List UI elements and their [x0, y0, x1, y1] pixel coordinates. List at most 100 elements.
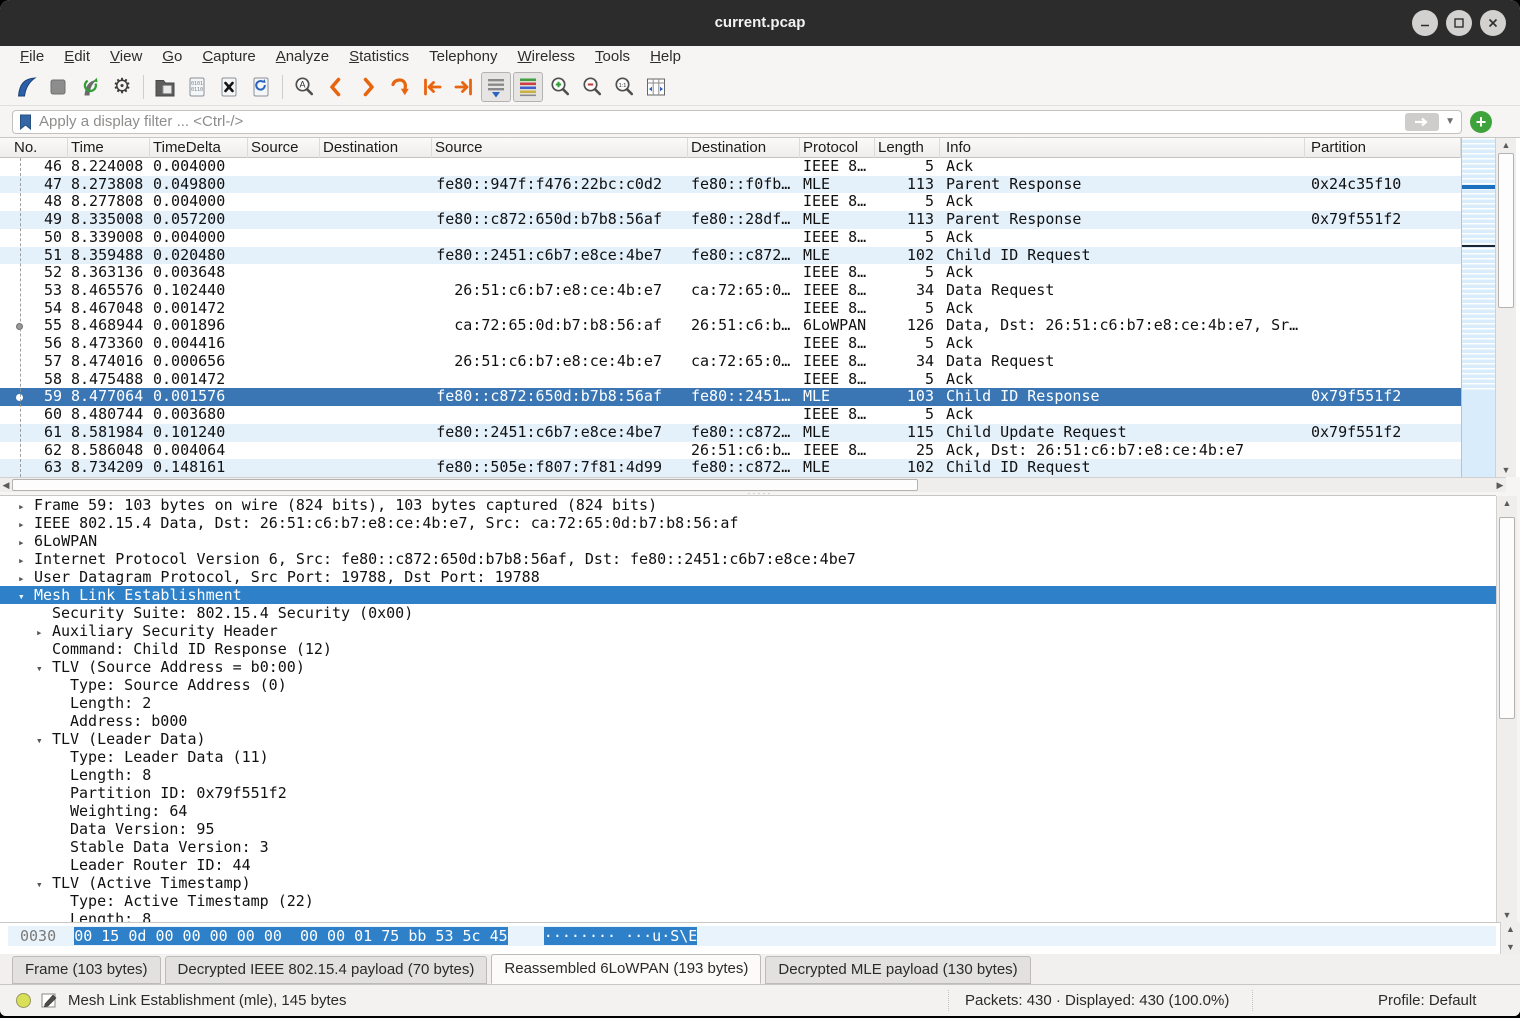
menu-view[interactable]: View — [100, 46, 152, 68]
hex-row[interactable]: 0030 00 15 0d 00 00 00 00 00 00 00 01 75… — [8, 926, 1496, 946]
detail-line[interactable]: Security Suite: 802.15.4 Security (0x00) — [0, 604, 1496, 622]
detail-line[interactable]: Leader Router ID: 44 — [0, 856, 1496, 874]
packet-row-51[interactable]: 518.3594880.020480fe80::2451:c6b7:e8ce:4… — [0, 247, 1461, 265]
packet-row-57[interactable]: 578.4740160.00065626:51:c6:b7:e8:ce:4b:e… — [0, 353, 1461, 371]
scrollbar-thumb[interactable] — [12, 479, 918, 491]
expanded-arrow-icon[interactable]: ▾ — [36, 660, 52, 678]
detail-line[interactable]: Length: 8 — [0, 766, 1496, 784]
detail-line[interactable]: Type: Active Timestamp (22) — [0, 892, 1496, 910]
packet-row-49[interactable]: 498.3350080.057200fe80::c872:650d:b7b8:5… — [0, 211, 1461, 229]
column-header-protocol-7[interactable]: Protocol — [800, 138, 875, 158]
packet-row-55[interactable]: 558.4689440.001896ca:72:65:0d:b7:b8:56:a… — [0, 317, 1461, 335]
zoom-original-icon[interactable]: 1:1 — [609, 72, 639, 102]
menu-go[interactable]: Go — [152, 46, 192, 68]
close-file-icon[interactable] — [214, 72, 244, 102]
menu-telephony[interactable]: Telephony — [419, 46, 507, 68]
filter-dropdown-caret-icon[interactable]: ▼ — [1445, 116, 1455, 127]
bytes-tab-reassembled[interactable]: Reassembled 6LoWPAN (193 bytes) — [491, 954, 761, 984]
go-first-icon[interactable] — [417, 72, 447, 102]
start-capture-icon[interactable] — [11, 72, 41, 102]
detail-line[interactable]: ▸IEEE 802.15.4 Data, Dst: 26:51:c6:b7:e8… — [0, 514, 1496, 532]
open-file-icon[interactable] — [150, 72, 180, 102]
restart-capture-icon[interactable] — [75, 72, 105, 102]
bookmark-icon[interactable] — [19, 114, 32, 130]
scrollbar-thumb[interactable] — [1498, 153, 1514, 308]
scroll-right-icon[interactable]: ▶ — [1494, 478, 1506, 492]
detail-line[interactable]: Command: Child ID Response (12) — [0, 640, 1496, 658]
detail-line[interactable]: ▸Frame 59: 103 bytes on wire (824 bits),… — [0, 496, 1496, 514]
packet-row-59[interactable]: 598.4770640.001576fe80::c872:650d:b7b8:5… — [0, 388, 1461, 406]
packet-list-vscrollbar[interactable]: ▲ ▼ — [1495, 138, 1516, 477]
stop-capture-icon[interactable] — [43, 72, 73, 102]
menu-file[interactable]: File — [10, 46, 54, 68]
packet-row-50[interactable]: 508.3390080.004000IEEE 8…5Ack — [0, 229, 1461, 247]
apply-arrow-icon[interactable] — [1405, 113, 1439, 131]
scroll-down-icon[interactable]: ▼ — [1501, 940, 1520, 954]
scroll-down-icon[interactable]: ▼ — [1497, 908, 1517, 922]
go-last-icon[interactable] — [449, 72, 479, 102]
column-header-info-9[interactable]: Info — [940, 138, 1305, 158]
packet-row-54[interactable]: 548.4670480.001472IEEE 8…5Ack — [0, 300, 1461, 318]
packet-row-62[interactable]: 628.5860480.00406426:51:c6:b…IEEE 8…25Ac… — [0, 442, 1461, 460]
packet-row-60[interactable]: 608.4807440.003680IEEE 8…5Ack — [0, 406, 1461, 424]
save-file-icon[interactable]: 01010110 — [182, 72, 212, 102]
detail-line[interactable]: Length: 2 — [0, 694, 1496, 712]
packet-row-53[interactable]: 538.4655760.10244026:51:c6:b7:e8:ce:4b:e… — [0, 282, 1461, 300]
scroll-left-icon[interactable]: ◀ — [0, 478, 12, 492]
scroll-up-icon[interactable]: ▲ — [1501, 922, 1520, 936]
packet-row-56[interactable]: 568.4733600.004416IEEE 8…5Ack — [0, 335, 1461, 353]
find-packet-icon[interactable]: A — [289, 72, 319, 102]
zoom-out-icon[interactable] — [577, 72, 607, 102]
detail-line[interactable]: ▾TLV (Leader Data) — [0, 730, 1496, 748]
detail-line[interactable]: Type: Source Address (0) — [0, 676, 1496, 694]
column-header-timedelta-2[interactable]: TimeDelta — [150, 138, 248, 158]
menu-help[interactable]: Help — [640, 46, 691, 68]
intelligent-scrollbar-minimap[interactable] — [1461, 138, 1495, 477]
packet-row-47[interactable]: 478.2738080.049800fe80::947f:f476:22bc:c… — [0, 176, 1461, 194]
menu-capture[interactable]: Capture — [192, 46, 265, 68]
expanded-arrow-icon[interactable]: ▾ — [18, 588, 34, 606]
detail-line[interactable]: ▾TLV (Active Timestamp) — [0, 874, 1496, 892]
bytes-tab-decrypted[interactable]: Decrypted IEEE 802.15.4 payload (70 byte… — [165, 956, 488, 984]
filter-add-button[interactable]: + — [1470, 111, 1492, 133]
detail-line[interactable]: ▸Internet Protocol Version 6, Src: fe80:… — [0, 550, 1496, 568]
auto-scroll-icon[interactable] — [481, 72, 511, 102]
bytes-vscrollbar[interactable]: ▲ ▼ — [1500, 922, 1520, 954]
detail-line[interactable]: Address: b000 — [0, 712, 1496, 730]
column-header-length-8[interactable]: Length — [875, 138, 940, 158]
packet-row-46[interactable]: 468.2240080.004000IEEE 8…5Ack — [0, 158, 1461, 176]
reload-file-icon[interactable] — [246, 72, 276, 102]
detail-line[interactable]: ▾Mesh Link Establishment — [0, 586, 1496, 604]
capture-options-gear-icon[interactable]: ⚙ — [107, 72, 137, 102]
scroll-up-icon[interactable]: ▲ — [1496, 138, 1516, 152]
detail-line[interactable]: ▸6LoWPAN — [0, 532, 1496, 550]
detail-line[interactable]: Data Version: 95 — [0, 820, 1496, 838]
menu-wireless[interactable]: Wireless — [508, 46, 586, 68]
expert-info-icon[interactable] — [16, 993, 31, 1008]
capture-comment-icon[interactable] — [41, 992, 58, 1009]
expanded-arrow-icon[interactable]: ▾ — [36, 732, 52, 750]
status-profile[interactable]: Profile: Default — [1378, 985, 1476, 1016]
column-header-destination-4[interactable]: Destination — [320, 138, 432, 158]
close-icon[interactable] — [1480, 10, 1506, 36]
expanded-arrow-icon[interactable]: ▾ — [36, 876, 52, 894]
detail-line[interactable]: ▸User Datagram Protocol, Src Port: 19788… — [0, 568, 1496, 586]
bytes-tab-decrypted[interactable]: Decrypted MLE payload (130 bytes) — [765, 956, 1030, 984]
details-vscrollbar[interactable]: ▲ ▼ — [1496, 496, 1517, 922]
menu-edit[interactable]: Edit — [54, 46, 100, 68]
detail-line[interactable]: Stable Data Version: 3 — [0, 838, 1496, 856]
packet-row-63[interactable]: 638.7342090.148161fe80::505e:f807:7f81:4… — [0, 459, 1461, 477]
scroll-up-icon[interactable]: ▲ — [1497, 496, 1517, 510]
go-forward-icon[interactable] — [353, 72, 383, 102]
minimize-icon[interactable] — [1412, 10, 1438, 36]
resize-columns-icon[interactable] — [641, 72, 671, 102]
packet-row-61[interactable]: 618.5819840.101240fe80::2451:c6b7:e8ce:4… — [0, 424, 1461, 442]
colorize-icon[interactable] — [513, 72, 543, 102]
go-back-icon[interactable] — [321, 72, 351, 102]
column-header-time-1[interactable]: Time — [68, 138, 150, 158]
column-header-source-5[interactable]: Source — [432, 138, 688, 158]
column-header-partition-10[interactable]: Partition — [1305, 138, 1461, 158]
display-filter-input[interactable]: Apply a display filter ... <Ctrl-/> ▼ — [12, 110, 1462, 134]
detail-line[interactable]: ▾TLV (Source Address = b0:00) — [0, 658, 1496, 676]
menu-analyze[interactable]: Analyze — [266, 46, 339, 68]
